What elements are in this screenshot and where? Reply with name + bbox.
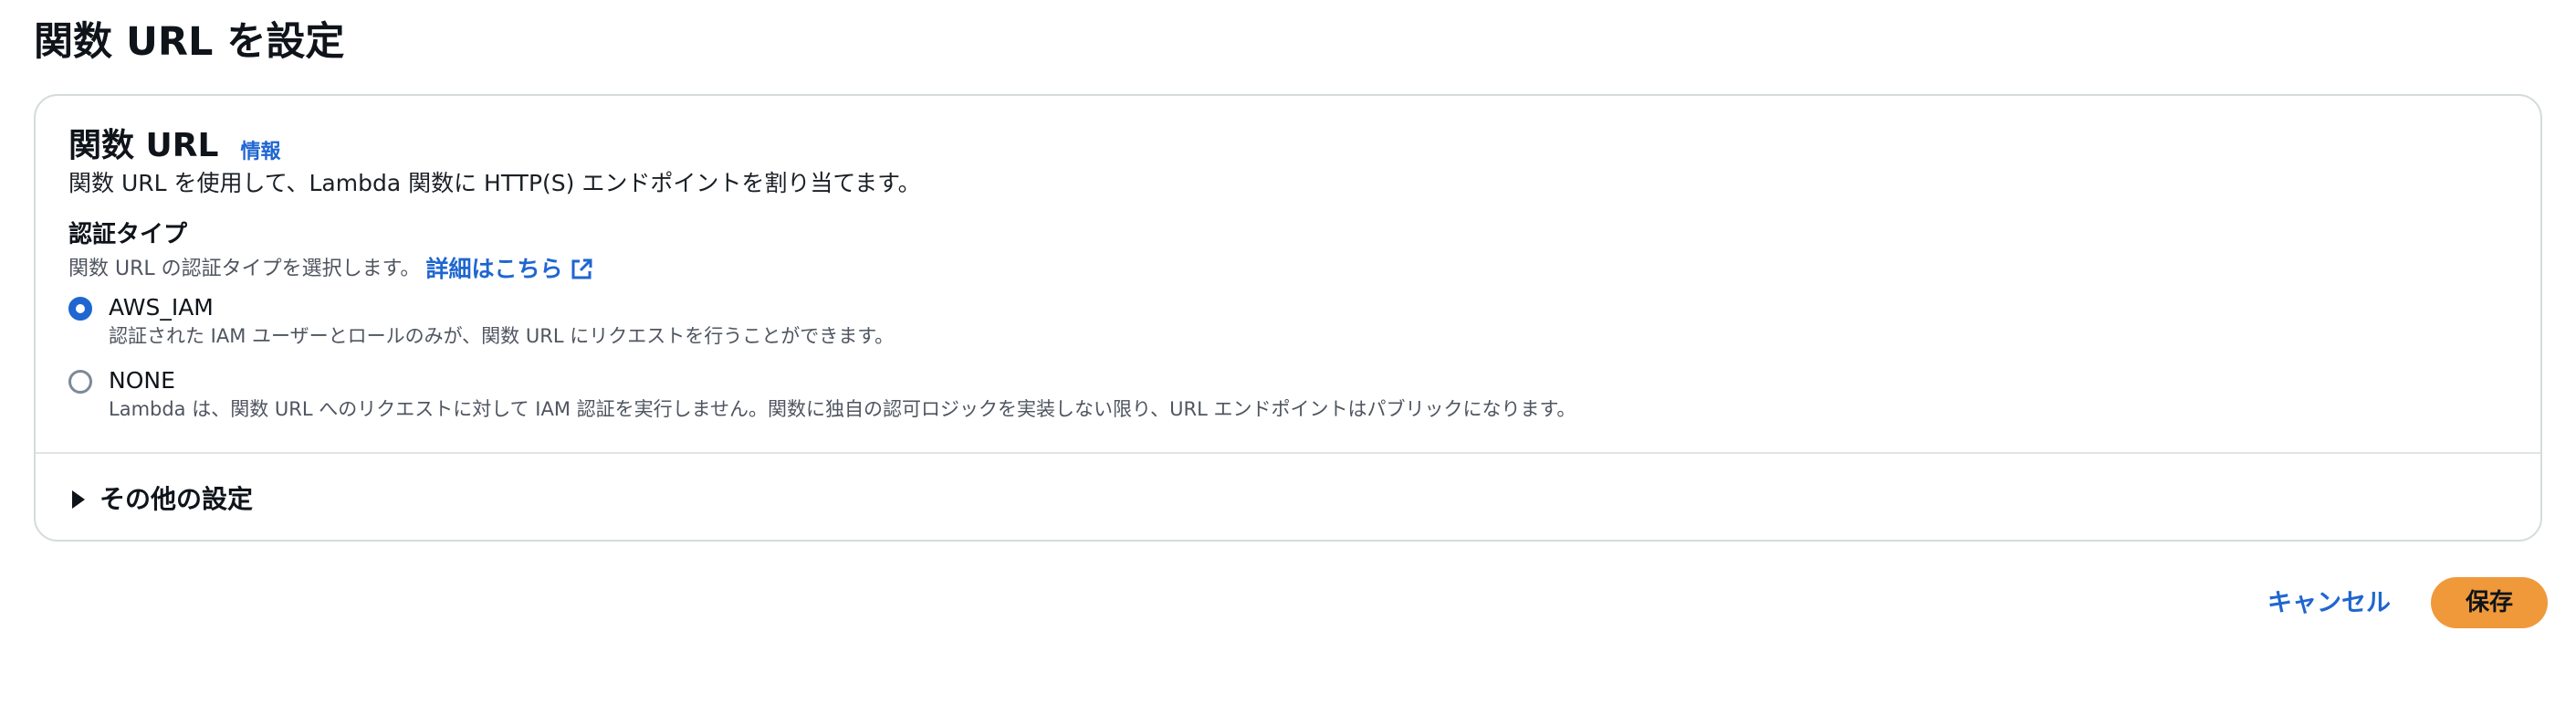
- auth-type-description-text: 関数 URL の認証タイプを選択します。: [68, 258, 421, 280]
- external-link-icon: [571, 258, 592, 279]
- radio-button-none[interactable]: [68, 370, 92, 394]
- learn-more-label: 詳細はこちら: [425, 256, 563, 282]
- panel-description: 関数 URL を使用して、Lambda 関数に HTTP(S) エンドポイントを…: [68, 170, 921, 196]
- cancel-button[interactable]: キャンセル: [2255, 579, 2403, 628]
- divider: [36, 452, 2540, 454]
- auth-type-label: 認証タイプ: [68, 221, 188, 248]
- save-button[interactable]: 保存: [2431, 577, 2548, 628]
- additional-settings-label: その他の設定: [99, 484, 254, 514]
- learn-more-link[interactable]: 詳細はこちら: [425, 251, 593, 288]
- radio-hint-aws-iam: 認証された IAM ユーザーとロールのみが、関数 URL にリクエストを行うこと…: [109, 325, 895, 347]
- auth-type-description: 関数 URL の認証タイプを選択します。 詳細はこちら: [68, 251, 593, 288]
- additional-settings-expander[interactable]: その他の設定: [72, 479, 253, 520]
- page-title: 関数 URL を設定: [34, 19, 345, 65]
- caret-right-icon: [72, 490, 85, 509]
- panel-header: 関数 URL 情報: [68, 121, 280, 172]
- panel-title: 関数 URL: [68, 127, 219, 164]
- function-url-panel: 関数 URL 情報 関数 URL を使用して、Lambda 関数に HTTP(S…: [34, 94, 2542, 542]
- info-link[interactable]: 情報: [240, 135, 280, 164]
- radio-button-aws-iam[interactable]: [68, 297, 92, 321]
- radio-hint-none: Lambda は、関数 URL へのリクエストに対して IAM 認証を実行しませ…: [109, 398, 1576, 420]
